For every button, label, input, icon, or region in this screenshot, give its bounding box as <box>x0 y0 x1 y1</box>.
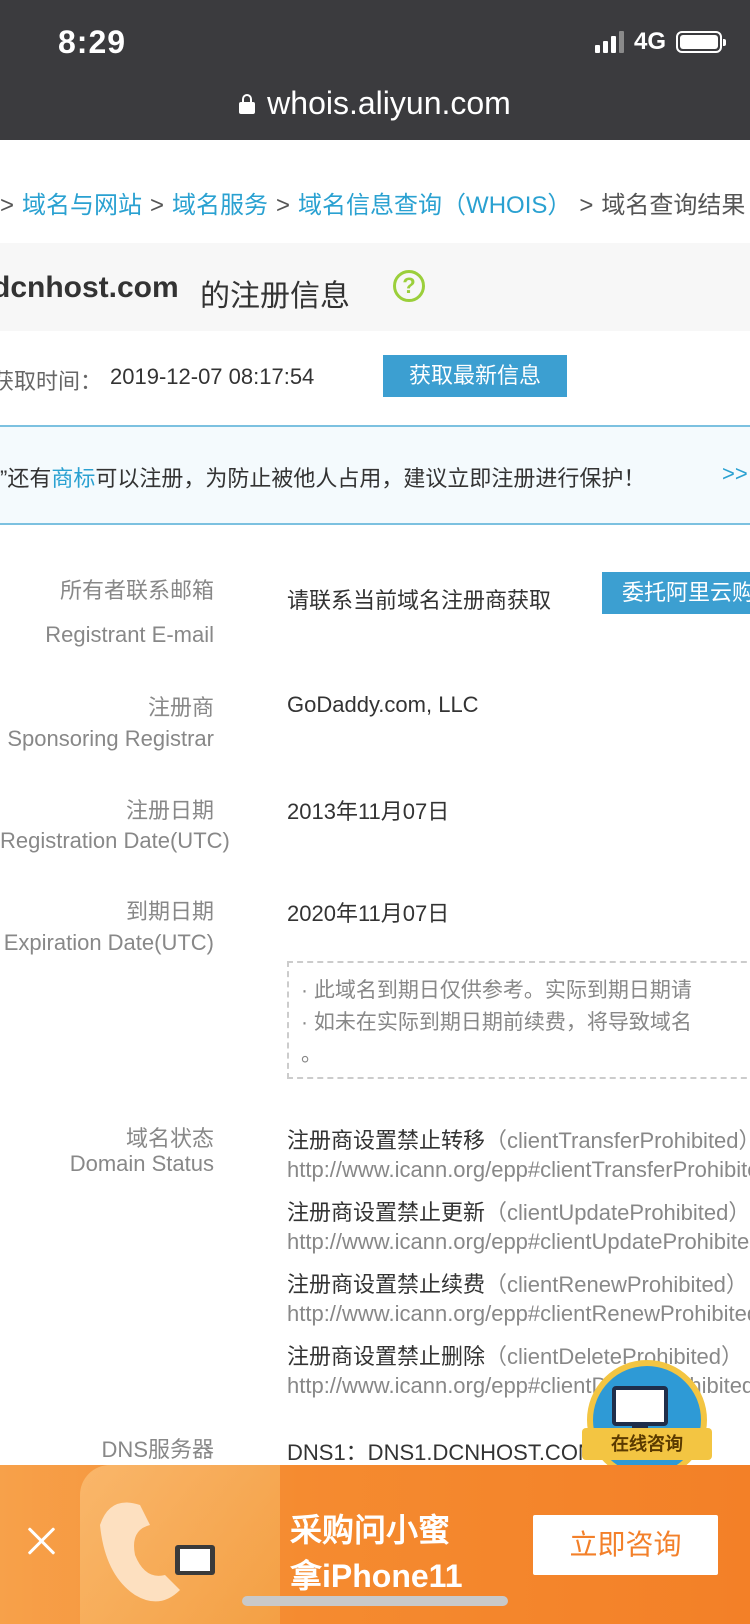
status-item-cn: 注册商设置禁止更新 <box>287 1200 486 1225</box>
breadcrumb-item-whois[interactable]: 域名信息查询（WHOIS） <box>298 192 571 219</box>
page-title-suffix: 的注册信息 <box>200 280 350 313</box>
online-consult-badge[interactable]: 在线咨询 <box>582 1360 712 1480</box>
notice-text: ”还有商标可以注册，为防止被他人占用，建议立即注册进行保护！ <box>0 461 645 493</box>
exp-date-label-cn: 到期日期 <box>125 899 214 924</box>
battery-icon <box>676 31 726 53</box>
home-indicator <box>242 1596 508 1606</box>
page-title-bar: dcnhost.com 的注册信息 ? <box>0 243 750 331</box>
status-item-url[interactable]: http://www.icann.org/epp#clientRenewProh… <box>287 1301 750 1327</box>
email-label-en: Registrant E-mail <box>45 622 214 647</box>
breadcrumb-item-domain-website[interactable]: 域名与网站 <box>22 192 142 219</box>
status-item: 注册商设置禁止转移（clientTransferProhibited） http… <box>287 1123 750 1183</box>
banner-title: 采购问小蜜 <box>290 1512 451 1548</box>
page-title-domain: dcnhost.com <box>0 271 179 304</box>
status-item-code: （clientUpdateProhibited） <box>485 1200 750 1225</box>
close-banner-icon[interactable] <box>24 1523 60 1559</box>
network-type: 4G <box>633 28 666 55</box>
status-bar: 8:29 4G whois.aliyun.com <box>0 0 750 140</box>
breadcrumb-separator: > <box>150 192 165 219</box>
signal-icon <box>594 31 624 53</box>
status-item-cn: 注册商设置禁止续费 <box>287 1272 486 1297</box>
tip-line-1: · 此域名到期日仅供参考。实际到期日期请 <box>301 979 692 1002</box>
reg-date-label-en: Registration Date(UTC) <box>0 828 230 853</box>
breadcrumb-current: 域名查询结果 <box>601 192 746 219</box>
breadcrumb: > 域名与网站 > 域名服务 > 域名信息查询（WHOIS） > 域名查询结果 <box>0 185 745 220</box>
expiry-tip-box: · 此域名到期日仅供参考。实际到期日期请 · 如未在实际到期日期前续费，将导致域… <box>287 961 750 1079</box>
status-item-url[interactable]: http://www.icann.org/epp#clientTransferP… <box>287 1157 750 1183</box>
notice-prefix: ”还有 <box>0 466 52 491</box>
dns-label: DNS服务器 <box>101 1437 214 1462</box>
status-item-cn: 注册商设置禁止转移 <box>287 1128 486 1153</box>
fetch-time-label: 获取时间： <box>0 369 103 394</box>
status-item: 注册商设置禁止续费（clientRenewProhibited） http://… <box>287 1267 750 1327</box>
email-label-cn: 所有者联系邮箱 <box>59 578 214 603</box>
exp-date-value: 2020年11月07日 <box>287 901 450 926</box>
status-label-cn: 域名状态 <box>125 1126 214 1151</box>
reg-date-label-cn: 注册日期 <box>125 798 214 823</box>
lock-icon <box>239 93 256 114</box>
status-item-cn: 注册商设置禁止删除 <box>287 1344 486 1369</box>
dns-value: DNS1：DNS1.DCNHOST.COM <box>287 1440 597 1465</box>
refresh-info-button[interactable]: 获取最新信息 <box>383 355 567 397</box>
help-icon[interactable]: ? <box>393 270 425 302</box>
fetch-time-value: 2019-12-07 08:17:54 <box>110 364 315 389</box>
exp-date-label-en: Expiration Date(UTC) <box>3 930 214 955</box>
consult-badge-label: 在线咨询 <box>582 1428 712 1460</box>
registrar-label-en: Sponsoring Registrar <box>7 726 214 751</box>
status-item-url[interactable]: http://www.icann.org/epp#clientUpdatePro… <box>287 1229 750 1255</box>
status-indicators: 4G <box>594 28 726 56</box>
status-time: 8:29 <box>58 24 127 60</box>
notice-more-link[interactable]: >> <box>722 461 748 487</box>
trademark-link[interactable]: 商标 <box>51 466 95 491</box>
breadcrumb-separator: > <box>579 192 594 219</box>
reg-date-value: 2013年11月07日 <box>287 799 450 824</box>
tip-line-3: 。 <box>301 1043 322 1066</box>
tip-line-2: · 如未在实际到期日期前续费，将导致域名 <box>301 1011 692 1034</box>
trademark-notice: ”还有商标可以注册，为防止被他人占用，建议立即注册进行保护！ >> <box>0 425 750 525</box>
url-text: whois.aliyun.com <box>267 85 511 121</box>
notice-rest: 可以注册，为防止被他人占用，建议立即注册进行保护！ <box>95 466 646 491</box>
breadcrumb-separator: > <box>0 192 15 219</box>
status-item-code: （clientTransferProhibited） <box>485 1128 750 1153</box>
status-item-code: （clientRenewProhibited） <box>485 1272 748 1297</box>
banner-subtitle: 拿iPhone11 <box>290 1558 463 1594</box>
email-value: 请联系当前域名注册商获取 <box>287 588 552 613</box>
status-label-en: Domain Status <box>69 1151 214 1176</box>
status-item: 注册商设置禁止更新（clientUpdateProhibited） http:/… <box>287 1195 750 1255</box>
breadcrumb-separator: > <box>276 192 291 219</box>
telephone-illustration-icon <box>100 1502 215 1602</box>
registrar-label-cn: 注册商 <box>147 695 214 720</box>
breadcrumb-item-domain-service[interactable]: 域名服务 <box>172 192 268 219</box>
registrar-value: GoDaddy.com, LLC <box>287 692 479 717</box>
address-bar[interactable]: whois.aliyun.com <box>0 85 750 122</box>
consult-now-button[interactable]: 立即咨询 <box>533 1515 718 1575</box>
delegate-purchase-button[interactable]: 委托阿里云购买 <box>602 572 750 614</box>
monitor-icon <box>612 1386 668 1426</box>
